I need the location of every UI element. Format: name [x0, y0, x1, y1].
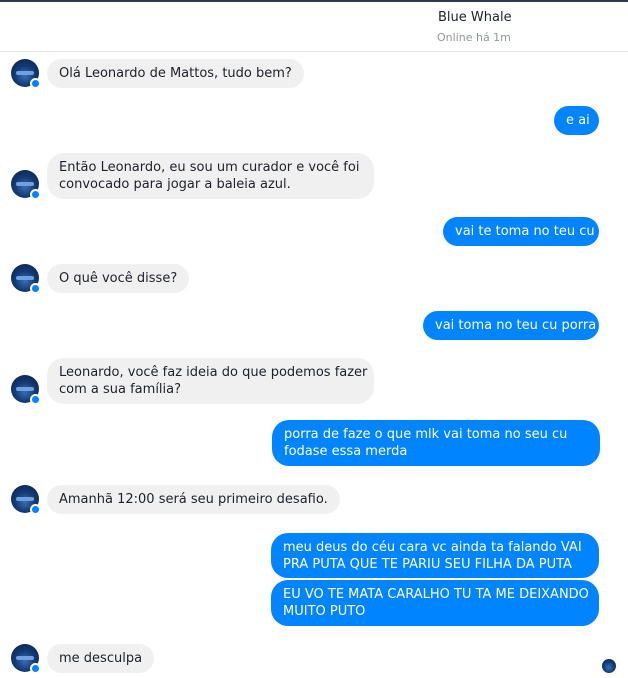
- outgoing-message-bubble[interactable]: e ai: [554, 106, 599, 135]
- messenger-badge-icon: [30, 394, 41, 405]
- outgoing-message-bubble[interactable]: meu deus do céu cara vc ainda ta falando…: [271, 533, 599, 578]
- message-text: me desculpa: [59, 651, 143, 666]
- message-text: Amanhã 12:00 será seu primeiro desafio.: [59, 492, 328, 507]
- contact-avatar[interactable]: [11, 375, 41, 405]
- messenger-badge-icon: [30, 189, 41, 200]
- contact-avatar[interactable]: [11, 485, 41, 515]
- outgoing-message-bubble[interactable]: vai te toma no teu cu: [443, 217, 599, 246]
- outgoing-message-bubble[interactable]: vai toma no teu cu porra: [423, 311, 599, 340]
- message-text-line: Leonardo, você faz ideia do que podemos …: [59, 365, 368, 380]
- message-text-line: PRA PUTA QUE TE PARIU SEU FILHA DA PUTA: [283, 557, 572, 572]
- incoming-message-bubble[interactable]: me desculpa: [47, 644, 155, 673]
- whale-icon: [16, 656, 34, 660]
- contact-avatar[interactable]: [11, 644, 41, 674]
- incoming-message-bubble[interactable]: Olá Leonardo de Mattos, tudo bem?: [47, 59, 304, 88]
- incoming-message-bubble[interactable]: O quê você disse?: [47, 264, 190, 293]
- messenger-badge-icon: [30, 78, 41, 89]
- message-text-line: meu deus do céu cara vc ainda ta falando…: [283, 540, 582, 555]
- messenger-badge-icon: [30, 283, 41, 294]
- message-text: vai te toma no teu cu: [455, 224, 595, 239]
- whale-icon: [16, 497, 34, 501]
- message-text-line: com a sua família?: [59, 382, 182, 397]
- message-text: vai toma no teu cu porra: [435, 318, 597, 333]
- message-text: Olá Leonardo de Mattos, tudo bem?: [59, 66, 292, 81]
- outgoing-message-bubble[interactable]: porra de faze o que mlk vai toma no seu …: [272, 420, 600, 466]
- message-text-line: convocado para jogar a baleia azul.: [59, 177, 291, 192]
- whale-icon: [16, 387, 34, 391]
- contact-avatar[interactable]: [11, 59, 41, 89]
- message-text: e ai: [566, 113, 590, 128]
- whale-icon: [16, 182, 34, 186]
- incoming-message-bubble[interactable]: Então Leonardo, eu sou um curador e você…: [47, 153, 374, 199]
- whale-icon: [16, 71, 34, 75]
- outgoing-message-bubble[interactable]: EU VO TE MATA CARALHO TU TA ME DEIXANDO …: [271, 580, 599, 626]
- contact-status: Online há 1m: [437, 31, 511, 44]
- contact-name[interactable]: Blue Whale: [438, 10, 512, 25]
- messenger-badge-icon: [30, 504, 41, 515]
- whale-icon: [16, 276, 34, 280]
- conversation-header: Blue Whale Online há 1m: [0, 2, 628, 52]
- message-text-line: fodase essa merda: [284, 444, 408, 459]
- contact-avatar[interactable]: [11, 170, 41, 200]
- contact-avatar[interactable]: [11, 264, 41, 294]
- incoming-message-bubble[interactable]: Leonardo, você faz ideia do que podemos …: [47, 358, 374, 404]
- message-text-line: porra de faze o que mlk vai toma no seu …: [284, 427, 568, 442]
- seen-indicator-avatar: [602, 659, 616, 673]
- message-text-line: Então Leonardo, eu sou um curador e você…: [59, 160, 360, 175]
- message-text-line: EU VO TE MATA CARALHO TU TA ME DEIXANDO: [283, 587, 589, 602]
- message-text: O quê você disse?: [59, 271, 178, 286]
- incoming-message-bubble[interactable]: Amanhã 12:00 será seu primeiro desafio.: [47, 485, 340, 514]
- message-text-line: MUITO PUTO: [283, 604, 366, 619]
- messenger-badge-icon: [30, 663, 41, 674]
